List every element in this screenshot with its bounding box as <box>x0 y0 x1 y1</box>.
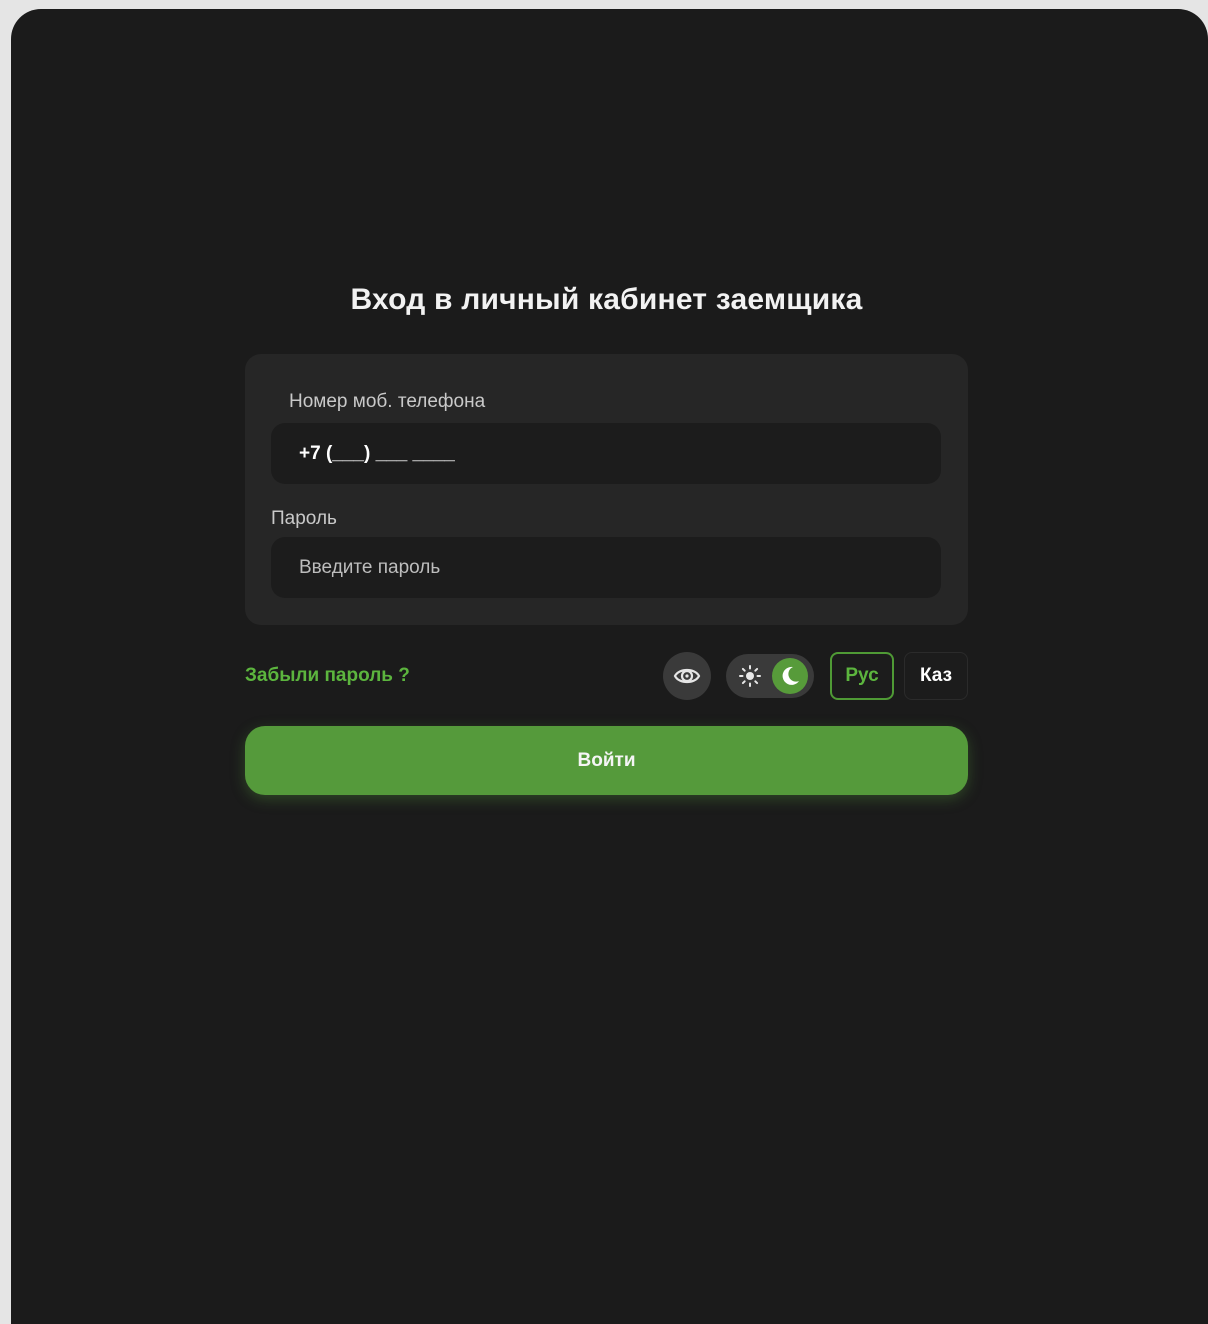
moon-icon <box>782 666 799 685</box>
phone-label: Номер моб. телефона <box>289 391 486 412</box>
language-kz-button[interactable]: Каз <box>904 652 968 700</box>
theme-toggle-knob <box>772 658 808 694</box>
password-label: Пароль <box>271 508 337 529</box>
language-ru-button[interactable]: Рус <box>830 652 894 700</box>
phone-input[interactable] <box>271 423 941 484</box>
login-button[interactable]: Войти <box>245 726 968 795</box>
options-row: Забыли пароль ? Рус Каз <box>245 651 968 701</box>
theme-toggle[interactable] <box>726 654 814 698</box>
forgot-password-link[interactable]: Забыли пароль ? <box>245 665 410 687</box>
sun-icon <box>739 665 761 687</box>
app-window: Вход в личный кабинет заемщика Номер моб… <box>11 9 1208 1324</box>
page-title: Вход в личный кабинет заемщика <box>350 283 863 316</box>
password-input[interactable] <box>271 537 941 598</box>
login-form-card: Номер моб. телефона Пароль <box>245 354 968 625</box>
show-password-button[interactable] <box>663 652 711 700</box>
eye-icon <box>673 668 701 684</box>
